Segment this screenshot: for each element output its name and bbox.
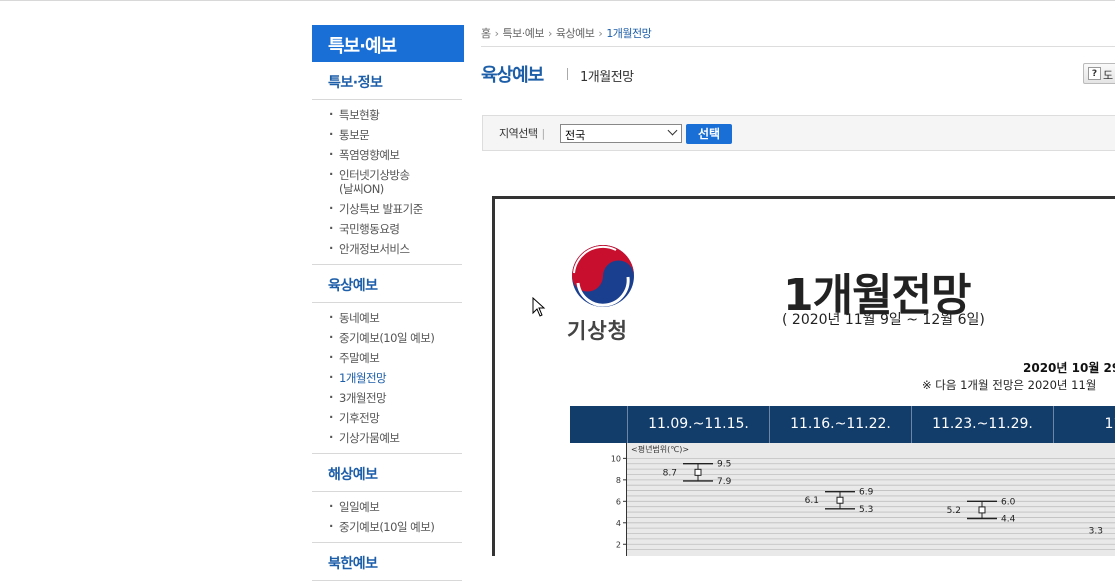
- week-header-row: 11.09.~11.15. 11.16.~11.22. 11.23.~11.29…: [570, 406, 1115, 443]
- breadcrumb: 홈 › 특보·예보 › 육상예보 › 1개월전망: [481, 25, 1115, 47]
- region-filter-bar: 지역선택 | 전국 선택: [482, 115, 1115, 151]
- region-label: 지역선택 |: [499, 127, 545, 140]
- sidebar-title: 특보·예보: [312, 25, 464, 62]
- sidebar-item[interactable]: 3개월전망: [328, 387, 462, 408]
- sidebar-item[interactable]: 중기예보(10일 예보): [328, 327, 462, 348]
- chevron-down-icon: [667, 125, 678, 136]
- lower-value-label: 4.4: [1001, 514, 1016, 524]
- sidebar-item[interactable]: 폭염영향예보: [328, 144, 462, 165]
- sidebar-item[interactable]: 안개정보서비스: [328, 238, 462, 259]
- week-header-cell: 11.30: [1053, 406, 1115, 443]
- sidebar-item[interactable]: 중기예보(10일 예보): [328, 516, 462, 537]
- sidebar-item[interactable]: 통보문: [328, 124, 462, 145]
- week-header-cell: 11.09.~11.15.: [627, 406, 769, 443]
- sidebar-section-heading[interactable]: 특보·정보: [312, 62, 462, 100]
- page-title: 육상예보: [481, 65, 544, 86]
- breadcrumb-home[interactable]: 홈: [481, 25, 491, 41]
- y-tick-label: 6: [616, 497, 621, 506]
- upper-value-label: 9.5: [717, 460, 731, 470]
- sidebar-item[interactable]: 국민행동요령: [328, 218, 462, 239]
- title-divider: [567, 68, 568, 80]
- mean-marker: [836, 496, 844, 504]
- week-header-cell: 11.23.~11.29.: [911, 406, 1053, 443]
- help-button[interactable]: ? 도: [1083, 63, 1115, 84]
- sidebar-section-heading[interactable]: 육상예보: [312, 265, 462, 303]
- breadcrumb-item[interactable]: 특보·예보: [503, 25, 545, 41]
- region-selected-value: 전국: [565, 129, 586, 142]
- y-tick-label: 10: [611, 454, 621, 463]
- chevron-right-icon: ›: [598, 27, 603, 40]
- sidebar-section-list: 동네예보중기예보(10일 예보)주말예보1개월전망3개월전망기후전망기상가뭄예보: [312, 303, 462, 454]
- sidebar-item[interactable]: 기상가뭄예보: [328, 427, 462, 448]
- kma-logo-icon: [572, 245, 634, 307]
- issue-date: 2020년 10월 29: [1023, 361, 1115, 375]
- sidebar-item[interactable]: 특보현황: [328, 104, 462, 125]
- sidebar-section-list: 일일예보중기예보(10일 예보): [312, 492, 462, 543]
- mean-value-label: 8.7: [663, 468, 677, 478]
- page-subtitle: 1개월전망: [580, 70, 634, 85]
- question-icon: ?: [1088, 67, 1101, 80]
- sidebar-item[interactable]: 일일예보: [328, 496, 462, 517]
- temperature-range-chart: <평년범위(℃)> 2 4 6 8 10 9.5 7.9 8.7 6.9 5.3 6.1 6.0 4.4 5…: [611, 443, 1115, 556]
- sidebar-section-heading[interactable]: 북한예보: [312, 543, 462, 581]
- sidebar-item[interactable]: 기후전망: [328, 407, 462, 428]
- sidebar-item[interactable]: 인터넷기상방송 (날씨ON): [328, 165, 462, 199]
- week-header-blank: [570, 406, 627, 443]
- chart-title: <평년범위(℃)>: [631, 444, 689, 454]
- mean-marker: [978, 506, 986, 514]
- region-submit-button[interactable]: 선택: [686, 124, 732, 144]
- sidebar-item[interactable]: 주말예보: [328, 347, 462, 368]
- upper-value-label: 6.0: [1001, 497, 1016, 507]
- breadcrumb-current: 1개월전망: [606, 27, 652, 40]
- breadcrumb-item[interactable]: 육상예보: [556, 25, 595, 41]
- document-period: ( 2020년 11월 9일 ~ 12월 6일): [782, 312, 985, 328]
- y-tick-label: 2: [616, 540, 621, 549]
- mouse-cursor-icon: [532, 297, 546, 317]
- sidebar-item[interactable]: 기상특보 발표기준: [328, 198, 462, 219]
- mean-value-label: 5.2: [947, 506, 961, 516]
- sidebar-nav: 특보·예보 특보·정보특보현황통보문폭염영향예보인터넷기상방송 (날씨ON)기상…: [312, 25, 464, 581]
- chevron-right-icon: ›: [548, 27, 552, 40]
- region-select[interactable]: 전국: [560, 124, 682, 143]
- mean-marker: [694, 468, 702, 476]
- sidebar-section-heading[interactable]: 해상예보: [312, 454, 462, 492]
- sidebar-item[interactable]: 동네예보: [328, 307, 462, 328]
- week-header-cell: 11.16.~11.22.: [769, 406, 911, 443]
- chevron-right-icon: ›: [494, 27, 499, 40]
- lower-value-label: 5.3: [859, 505, 873, 515]
- mean-value-label: 3.3: [1089, 526, 1103, 536]
- y-tick-label: 8: [616, 476, 621, 485]
- top-divider: [0, 0, 1115, 1]
- sidebar-section-list: 특보현황통보문폭염영향예보인터넷기상방송 (날씨ON)기상특보 발표기준국민행동…: [312, 100, 462, 265]
- sidebar-item[interactable]: 1개월전망: [328, 367, 462, 388]
- y-tick-label: 4: [616, 519, 621, 528]
- next-forecast-note: ※ 다음 1개월 전망은 2020년 11월: [922, 378, 1097, 392]
- mean-value-label: 6.1: [805, 496, 819, 506]
- forecast-document: 기상청 1개월전망 ( 2020년 11월 9일 ~ 12월 6일) 2020년…: [492, 196, 1115, 556]
- logo-text: 기상청: [567, 319, 628, 343]
- help-label: 도: [1103, 69, 1114, 82]
- upper-value-label: 6.9: [859, 488, 874, 498]
- lower-value-label: 7.9: [717, 477, 732, 487]
